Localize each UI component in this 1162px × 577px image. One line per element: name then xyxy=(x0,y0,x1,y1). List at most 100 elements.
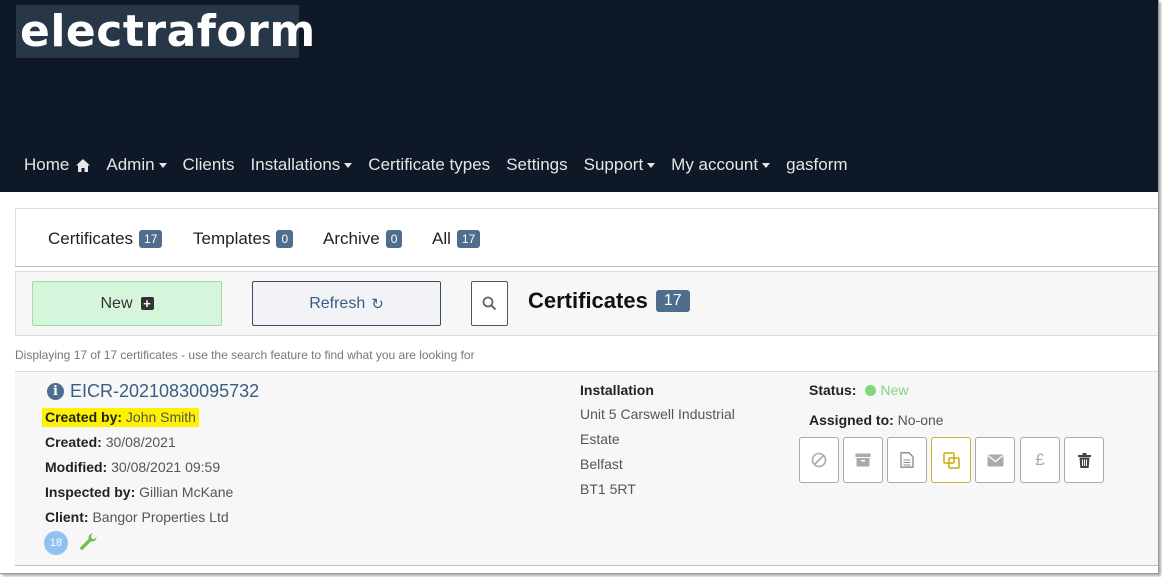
nav-clients[interactable]: Clients xyxy=(183,155,235,175)
field-label: Created by: xyxy=(45,409,123,425)
home-icon xyxy=(76,158,91,172)
nav-home[interactable]: Home xyxy=(24,155,91,175)
email-button[interactable] xyxy=(975,437,1015,483)
pound-icon: £ xyxy=(1035,450,1045,469)
nav-installations[interactable]: Installations xyxy=(251,155,353,175)
field-label: Created: xyxy=(45,434,102,450)
view-document-button[interactable] xyxy=(887,437,927,483)
nav-gasform[interactable]: gasform xyxy=(786,155,847,175)
app-window: electraform Home Admin Clients Installat… xyxy=(0,0,1159,574)
count-badge: 0 xyxy=(385,230,403,248)
inspected-by-field: Inspected by: Gillian McKane xyxy=(45,484,233,500)
document-icon xyxy=(900,452,914,468)
tab-templates[interactable]: Templates 0 xyxy=(193,229,294,249)
nav-admin-label: Admin xyxy=(106,155,155,174)
nav-installations-label: Installations xyxy=(250,155,341,174)
installation-address-line: Belfast xyxy=(580,456,623,472)
chevron-down-icon xyxy=(158,162,167,168)
ban-icon xyxy=(811,452,827,468)
count-badge: 17 xyxy=(456,230,481,248)
certificate-row: i EICR-20210830095732 Created by: John S… xyxy=(15,371,1158,566)
tab-label: Templates xyxy=(193,229,271,248)
cancel-button[interactable] xyxy=(799,437,839,483)
installation-address-line: BT1 5RT xyxy=(580,481,636,497)
delete-button[interactable] xyxy=(1064,437,1104,483)
wrench-icon[interactable] xyxy=(79,532,98,551)
field-label: Inspected by: xyxy=(45,484,136,500)
nav-clients-label: Clients xyxy=(182,155,235,174)
nav-admin[interactable]: Admin xyxy=(106,155,167,175)
installation-address-line: Estate xyxy=(580,431,620,447)
page-title: Certificates 17 xyxy=(528,288,690,314)
refresh-icon: ↻ xyxy=(371,295,384,313)
created-field: Created: 30/08/2021 xyxy=(45,434,176,450)
invoice-button[interactable]: £ xyxy=(1020,437,1060,483)
search-button[interactable] xyxy=(471,281,508,326)
tab-archive[interactable]: Archive 0 xyxy=(323,229,403,249)
field-label: Client: xyxy=(45,509,89,525)
assigned-field: Assigned to: No-one xyxy=(809,412,944,428)
installation-label: Installation xyxy=(580,382,654,398)
chevron-down-icon xyxy=(762,162,771,168)
count-badge[interactable]: 18 xyxy=(44,531,68,555)
field-value: No-one xyxy=(897,412,944,428)
count-badge: 17 xyxy=(655,290,690,312)
chevron-down-icon xyxy=(344,162,353,168)
info-icon[interactable]: i xyxy=(47,383,64,400)
new-button[interactable]: New + xyxy=(32,281,222,326)
tab-certificates[interactable]: Certificates 17 xyxy=(48,229,163,249)
count-badge: 0 xyxy=(276,230,294,248)
envelope-icon xyxy=(987,454,1003,466)
created-by-field: Created by: John Smith xyxy=(42,408,199,427)
status-badge: New xyxy=(880,382,909,398)
installation-address-line: Unit 5 Carswell Industrial xyxy=(580,406,735,422)
copy-button[interactable] xyxy=(931,437,971,483)
nav-gasform-label: gasform xyxy=(786,155,848,174)
refresh-button[interactable]: Refresh ↻ xyxy=(252,281,441,326)
top-navbar: electraform Home Admin Clients Installat… xyxy=(0,0,1158,192)
chevron-down-icon xyxy=(647,162,656,168)
highlight: Created by: John Smith xyxy=(42,408,199,427)
new-button-label: New xyxy=(100,294,133,312)
tab-all[interactable]: All 17 xyxy=(432,229,481,249)
field-value: Bangor Properties Ltd xyxy=(92,509,229,525)
tab-label: Archive xyxy=(323,229,380,248)
nav-settings[interactable]: Settings xyxy=(506,155,567,175)
nav-my-account-label: My account xyxy=(671,155,759,174)
certificate-tabs: Certificates 17 Templates 0 Archive 0 Al… xyxy=(15,208,1158,267)
search-icon xyxy=(482,296,497,311)
client-field: Client: Bangor Properties Ltd xyxy=(45,509,229,525)
results-summary: Displaying 17 of 17 certificates - use t… xyxy=(15,348,475,362)
tab-label: Certificates xyxy=(48,229,134,248)
certificate-id-link[interactable]: EICR-20210830095732 xyxy=(70,381,259,402)
brand-logo[interactable]: electraform xyxy=(16,5,315,58)
refresh-button-label: Refresh xyxy=(309,294,366,312)
field-label: Status: xyxy=(809,382,857,398)
nav-certificate-types-label: Certificate types xyxy=(368,155,491,174)
status-dot-icon xyxy=(865,384,877,396)
count-badge: 17 xyxy=(139,230,163,248)
archive-button[interactable] xyxy=(843,437,883,483)
nav-my-account[interactable]: My account xyxy=(671,155,771,175)
field-value: 30/08/2021 xyxy=(105,434,176,450)
modified-field: Modified: 30/08/2021 09:59 xyxy=(45,459,220,475)
field-value: Gillian McKane xyxy=(139,484,234,500)
page-title-text: Certificates xyxy=(528,288,648,313)
plus-icon: + xyxy=(140,297,154,310)
nav-support[interactable]: Support xyxy=(584,155,656,175)
main-nav: Home Admin Clients Installations Certifi… xyxy=(24,153,864,177)
tab-label: All xyxy=(432,229,451,248)
nav-support-label: Support xyxy=(583,155,644,174)
nav-home-label: Home xyxy=(24,155,70,174)
trash-icon xyxy=(1077,452,1091,468)
archive-icon xyxy=(855,453,871,467)
nav-certificate-types[interactable]: Certificate types xyxy=(368,155,490,175)
toolbar: New + Refresh ↻ Certificates 17 xyxy=(15,271,1158,336)
nav-settings-label: Settings xyxy=(506,155,568,174)
copy-icon xyxy=(942,451,960,469)
field-value: John Smith xyxy=(125,409,196,425)
field-value: 30/08/2021 09:59 xyxy=(111,459,221,475)
field-label: Assigned to: xyxy=(809,412,894,428)
field-label: Modified: xyxy=(45,459,108,475)
divider xyxy=(15,266,1158,267)
